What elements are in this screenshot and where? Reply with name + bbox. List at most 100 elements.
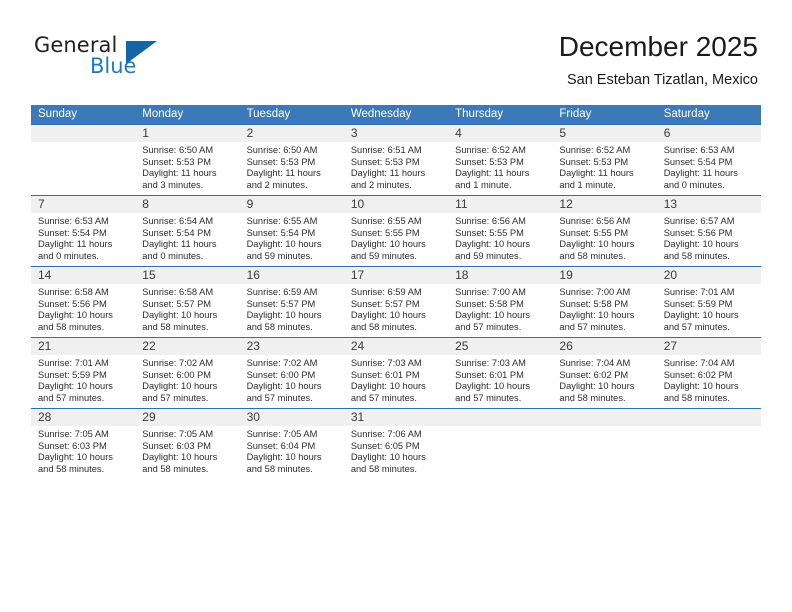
day-number: 26 <box>552 338 657 355</box>
weekday-header-sunday: Sunday <box>31 105 136 125</box>
calendar-day-cell[interactable]: 5 Sunrise: 6:52 AM Sunset: 5:53 PM Daylight… <box>552 124 657 196</box>
calendar-day-cell[interactable]: 1 Sunrise: 6:50 AM Sunset: 5:53 PM Daylight… <box>135 124 240 196</box>
day-number: 17 <box>343 267 449 284</box>
calendar-day-cell[interactable]: 12 Sunrise: 6:56 AM Sunset: 5:55 PM Dayligh… <box>552 195 657 267</box>
calendar-day-cell[interactable]: 18 Sunrise: 7:00 AM Sunset: 5:58 PM Dayligh… <box>448 266 553 338</box>
day-cell-content <box>552 409 657 480</box>
calendar-day-cell[interactable]: 25 Sunrise: 7:03 AM Sunset: 6:01 PM Dayligh… <box>448 337 553 409</box>
calendar-day-cell[interactable]: 27 Sunrise: 7:04 AM Sunset: 6:02 PM Dayligh… <box>656 337 761 409</box>
calendar-day-cell[interactable]: 29 Sunrise: 7:05 AM Sunset: 6:03 PM Dayligh… <box>135 408 240 480</box>
day-detail-lines: Sunrise: 6:55 AM Sunset: 5:55 PM Daylight:… <box>344 213 448 262</box>
day-detail-line: and 59 minutes. <box>246 250 313 261</box>
general-blue-logo[interactable]: General Blue <box>34 33 164 83</box>
calendar-day-cell[interactable]: 2 Sunrise: 6:50 AM Sunset: 5:53 PM Daylight… <box>239 124 344 196</box>
day-cell-content: 29 Sunrise: 7:05 AM Sunset: 6:03 PM Dayligh… <box>135 409 240 480</box>
day-detail-line: Sunset: 5:53 PM <box>142 156 212 167</box>
day-detail-line: and 2 minutes. <box>350 179 412 190</box>
calendar-day-cell[interactable]: 14 Sunrise: 6:58 AM Sunset: 5:56 PM Dayligh… <box>31 266 136 338</box>
day-cell-content: 2 Sunrise: 6:50 AM Sunset: 5:53 PM Daylight… <box>239 125 344 195</box>
calendar-day-cell[interactable]: 4 Sunrise: 6:52 AM Sunset: 5:53 PM Daylight… <box>448 124 553 196</box>
day-number: 5 <box>552 125 657 142</box>
calendar-day-cell[interactable]: 19 Sunrise: 7:00 AM Sunset: 5:58 PM Dayligh… <box>552 266 657 338</box>
calendar-day-cell[interactable]: 3 Sunrise: 6:51 AM Sunset: 5:53 PM Daylight… <box>343 124 449 196</box>
day-number <box>448 409 553 426</box>
calendar-week-row: 14 Sunrise: 6:58 AM Sunset: 5:56 PM Dayligh… <box>31 266 761 338</box>
day-detail-line: Daylight: 11 hours <box>246 168 321 179</box>
calendar-grid: Sunday Monday Tuesday Wednesday Thursday… <box>31 105 761 480</box>
logo-text-blue: Blue <box>90 54 137 78</box>
calendar-week-row: 21 Sunrise: 7:01 AM Sunset: 5:59 PM Dayligh… <box>31 337 761 409</box>
calendar-day-cell[interactable]: 31 Sunrise: 7:06 AM Sunset: 6:05 PM Dayligh… <box>343 408 449 480</box>
day-cell-content: 21 Sunrise: 7:01 AM Sunset: 5:59 PM Dayligh… <box>31 338 136 408</box>
day-detail-line: Sunrise: 7:05 AM <box>142 429 214 439</box>
calendar-day-cell[interactable]: 30 Sunrise: 7:05 AM Sunset: 6:04 PM Dayligh… <box>239 408 344 480</box>
day-cell-content: 15 Sunrise: 6:58 AM Sunset: 5:57 PM Dayligh… <box>135 267 240 337</box>
day-cell-content <box>31 125 136 195</box>
title-block: December 2025 San Esteban Tizatlan, Mexi… <box>559 30 758 89</box>
weekday-header-thursday: Thursday <box>448 105 553 125</box>
day-number: 31 <box>343 409 449 426</box>
day-detail-lines: Sunrise: 7:04 AM Sunset: 6:02 PM Daylight:… <box>657 355 761 404</box>
day-detail-line: Sunrise: 6:53 AM <box>663 145 735 155</box>
calendar-day-cell[interactable]: 24 Sunrise: 7:03 AM Sunset: 6:01 PM Dayligh… <box>343 337 449 409</box>
day-detail-line: Daylight: 10 hours <box>455 239 531 250</box>
calendar-day-cell[interactable]: 7 Sunrise: 6:53 AM Sunset: 5:54 PM Daylight… <box>31 195 136 267</box>
day-detail-line: and 57 minutes. <box>38 392 105 403</box>
day-cell-content: 5 Sunrise: 6:52 AM Sunset: 5:53 PM Daylight… <box>552 125 657 195</box>
day-detail-line: Sunset: 5:54 PM <box>246 227 316 238</box>
calendar-day-cell[interactable]: 11 Sunrise: 6:56 AM Sunset: 5:55 PM Dayligh… <box>448 195 553 267</box>
calendar-day-cell[interactable]: 23 Sunrise: 7:02 AM Sunset: 6:00 PM Dayligh… <box>239 337 344 409</box>
day-cell-content: 23 Sunrise: 7:02 AM Sunset: 6:00 PM Dayligh… <box>239 338 344 408</box>
day-number: 25 <box>448 338 553 355</box>
day-detail-line: Sunset: 5:54 PM <box>663 156 733 167</box>
day-detail-line: Sunset: 5:57 PM <box>350 298 420 309</box>
day-number: 1 <box>135 125 240 142</box>
day-detail-lines: Sunrise: 6:52 AM Sunset: 5:53 PM Daylight:… <box>552 142 656 191</box>
day-cell-content: 16 Sunrise: 6:59 AM Sunset: 5:57 PM Dayligh… <box>239 267 344 337</box>
day-detail-lines: Sunrise: 6:53 AM Sunset: 5:54 PM Daylight:… <box>31 213 135 262</box>
day-detail-line: Daylight: 10 hours <box>350 239 426 250</box>
weekday-header-friday: Friday <box>552 105 657 125</box>
day-detail-lines: Sunrise: 6:58 AM Sunset: 5:57 PM Daylight:… <box>135 284 239 333</box>
day-number: 21 <box>31 338 136 355</box>
day-detail-line: Sunset: 6:01 PM <box>455 369 524 380</box>
calendar-day-cell[interactable]: 17 Sunrise: 6:59 AM Sunset: 5:57 PM Dayligh… <box>343 266 449 338</box>
day-detail-line: and 58 minutes. <box>559 250 626 261</box>
day-detail-lines: Sunrise: 7:02 AM Sunset: 6:00 PM Daylight:… <box>135 355 239 404</box>
day-number: 9 <box>239 196 344 213</box>
calendar-day-cell[interactable]: 22 Sunrise: 7:02 AM Sunset: 6:00 PM Dayligh… <box>135 337 240 409</box>
calendar-day-cell[interactable]: 21 Sunrise: 7:01 AM Sunset: 5:59 PM Dayligh… <box>31 337 136 409</box>
day-cell-content: 3 Sunrise: 6:51 AM Sunset: 5:53 PM Daylight… <box>343 125 449 195</box>
day-detail-line: Sunrise: 6:53 AM <box>38 216 109 226</box>
calendar-day-cell[interactable]: 16 Sunrise: 6:59 AM Sunset: 5:57 PM Dayligh… <box>239 266 344 338</box>
day-number: 4 <box>448 125 553 142</box>
calendar-day-cell[interactable]: 6 Sunrise: 6:53 AM Sunset: 5:54 PM Daylight… <box>656 124 761 196</box>
day-detail-line: Daylight: 10 hours <box>455 310 531 321</box>
calendar-day-cell[interactable]: 13 Sunrise: 6:57 AM Sunset: 5:56 PM Dayligh… <box>656 195 761 267</box>
day-detail-line: Sunrise: 6:52 AM <box>455 145 526 155</box>
calendar-day-cell[interactable]: 26 Sunrise: 7:04 AM Sunset: 6:02 PM Dayligh… <box>552 337 657 409</box>
day-detail-line: and 58 minutes. <box>663 392 730 403</box>
calendar-day-cell[interactable]: 20 Sunrise: 7:01 AM Sunset: 5:59 PM Dayligh… <box>656 266 761 338</box>
day-detail-line: Sunset: 6:05 PM <box>350 440 420 451</box>
day-number: 24 <box>343 338 449 355</box>
day-detail-lines <box>31 142 135 145</box>
day-detail-line: Daylight: 11 hours <box>38 239 113 250</box>
calendar-day-cell[interactable]: 8 Sunrise: 6:54 AM Sunset: 5:54 PM Daylight… <box>135 195 240 267</box>
day-detail-line: Sunrise: 7:00 AM <box>559 287 631 297</box>
calendar-day-cell[interactable]: 28 Sunrise: 7:05 AM Sunset: 6:03 PM Dayligh… <box>31 408 136 480</box>
day-detail-line: Sunset: 5:53 PM <box>455 156 524 167</box>
day-number: 29 <box>135 409 240 426</box>
day-detail-line: Daylight: 10 hours <box>559 381 635 392</box>
day-detail-lines: Sunrise: 7:01 AM Sunset: 5:59 PM Daylight:… <box>31 355 135 404</box>
day-detail-lines: Sunrise: 7:03 AM Sunset: 6:01 PM Daylight:… <box>344 355 448 404</box>
day-cell-content: 14 Sunrise: 6:58 AM Sunset: 5:56 PM Dayligh… <box>31 267 136 337</box>
calendar-day-cell[interactable]: 10 Sunrise: 6:55 AM Sunset: 5:55 PM Dayligh… <box>343 195 449 267</box>
day-number: 13 <box>656 196 761 213</box>
calendar-day-cell[interactable]: 9 Sunrise: 6:55 AM Sunset: 5:54 PM Daylight… <box>239 195 344 267</box>
calendar-day-cell[interactable]: 15 Sunrise: 6:58 AM Sunset: 5:57 PM Dayligh… <box>135 266 240 338</box>
day-detail-line: Sunset: 6:03 PM <box>38 440 107 451</box>
day-number: 11 <box>448 196 553 213</box>
day-detail-line: Daylight: 10 hours <box>350 310 426 321</box>
day-number: 14 <box>31 267 136 284</box>
